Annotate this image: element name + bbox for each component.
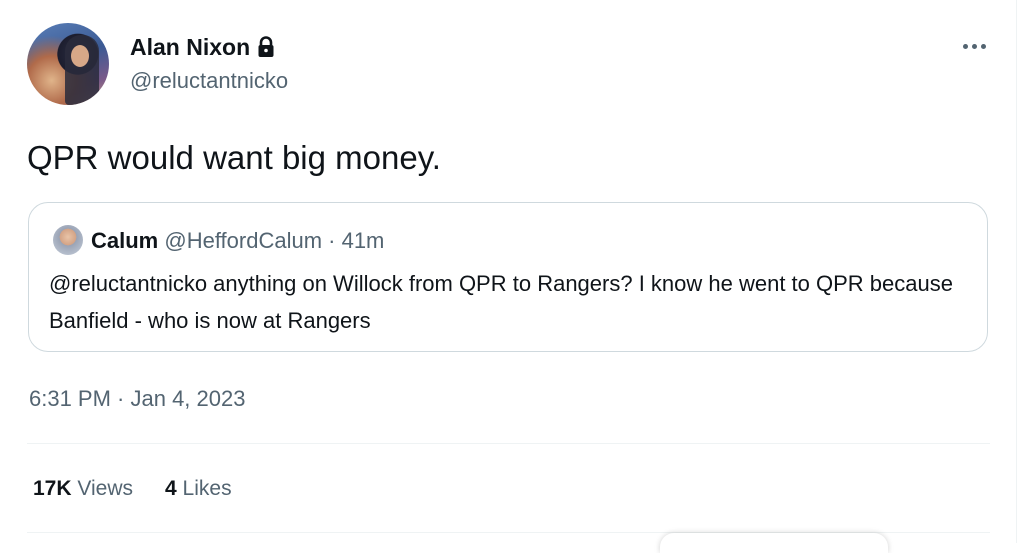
views-count: 17K <box>33 477 72 500</box>
divider <box>27 443 990 444</box>
likes-label: Likes <box>182 477 232 500</box>
author-name-row[interactable]: Alan Nixon <box>130 33 276 61</box>
lock-icon <box>258 36 274 57</box>
quoted-author-avatar[interactable] <box>53 225 83 255</box>
author-handle[interactable]: @reluctantnicko <box>130 67 288 95</box>
quoted-tweet-text: @reluctantnicko anything on Willock from… <box>49 271 953 333</box>
more-dot <box>980 43 986 49</box>
tweet-timestamp[interactable]: 6:31 PM · Jan 4, 2023 <box>29 384 245 414</box>
quoted-author-name[interactable]: Calum <box>91 228 158 253</box>
column-border <box>1016 0 1017 543</box>
likes-stat[interactable]: 4 Likes <box>165 475 232 503</box>
likes-count: 4 <box>165 477 177 500</box>
popup-panel-edge <box>660 533 888 553</box>
tweet-stats: 17K Views 4 Likes <box>33 475 232 503</box>
quoted-tweet-card[interactable]: Calum @HeffordCalum · 41m @reluctantnick… <box>28 202 988 352</box>
quoted-tweet-header: Calum @HeffordCalum · 41m <box>91 227 384 255</box>
more-dot <box>971 43 977 49</box>
views-stat[interactable]: 17K Views <box>33 475 133 503</box>
views-label: Views <box>77 477 134 500</box>
more-dot <box>962 43 968 49</box>
author-display-name[interactable]: Alan Nixon <box>130 33 250 61</box>
author-avatar[interactable] <box>27 23 109 105</box>
more-options-icon[interactable] <box>958 36 990 56</box>
quoted-author-handle-time: @HeffordCalum · 41m <box>164 228 385 253</box>
tweet-text: QPR would want big money. <box>27 139 441 176</box>
avatar-face <box>71 45 89 67</box>
